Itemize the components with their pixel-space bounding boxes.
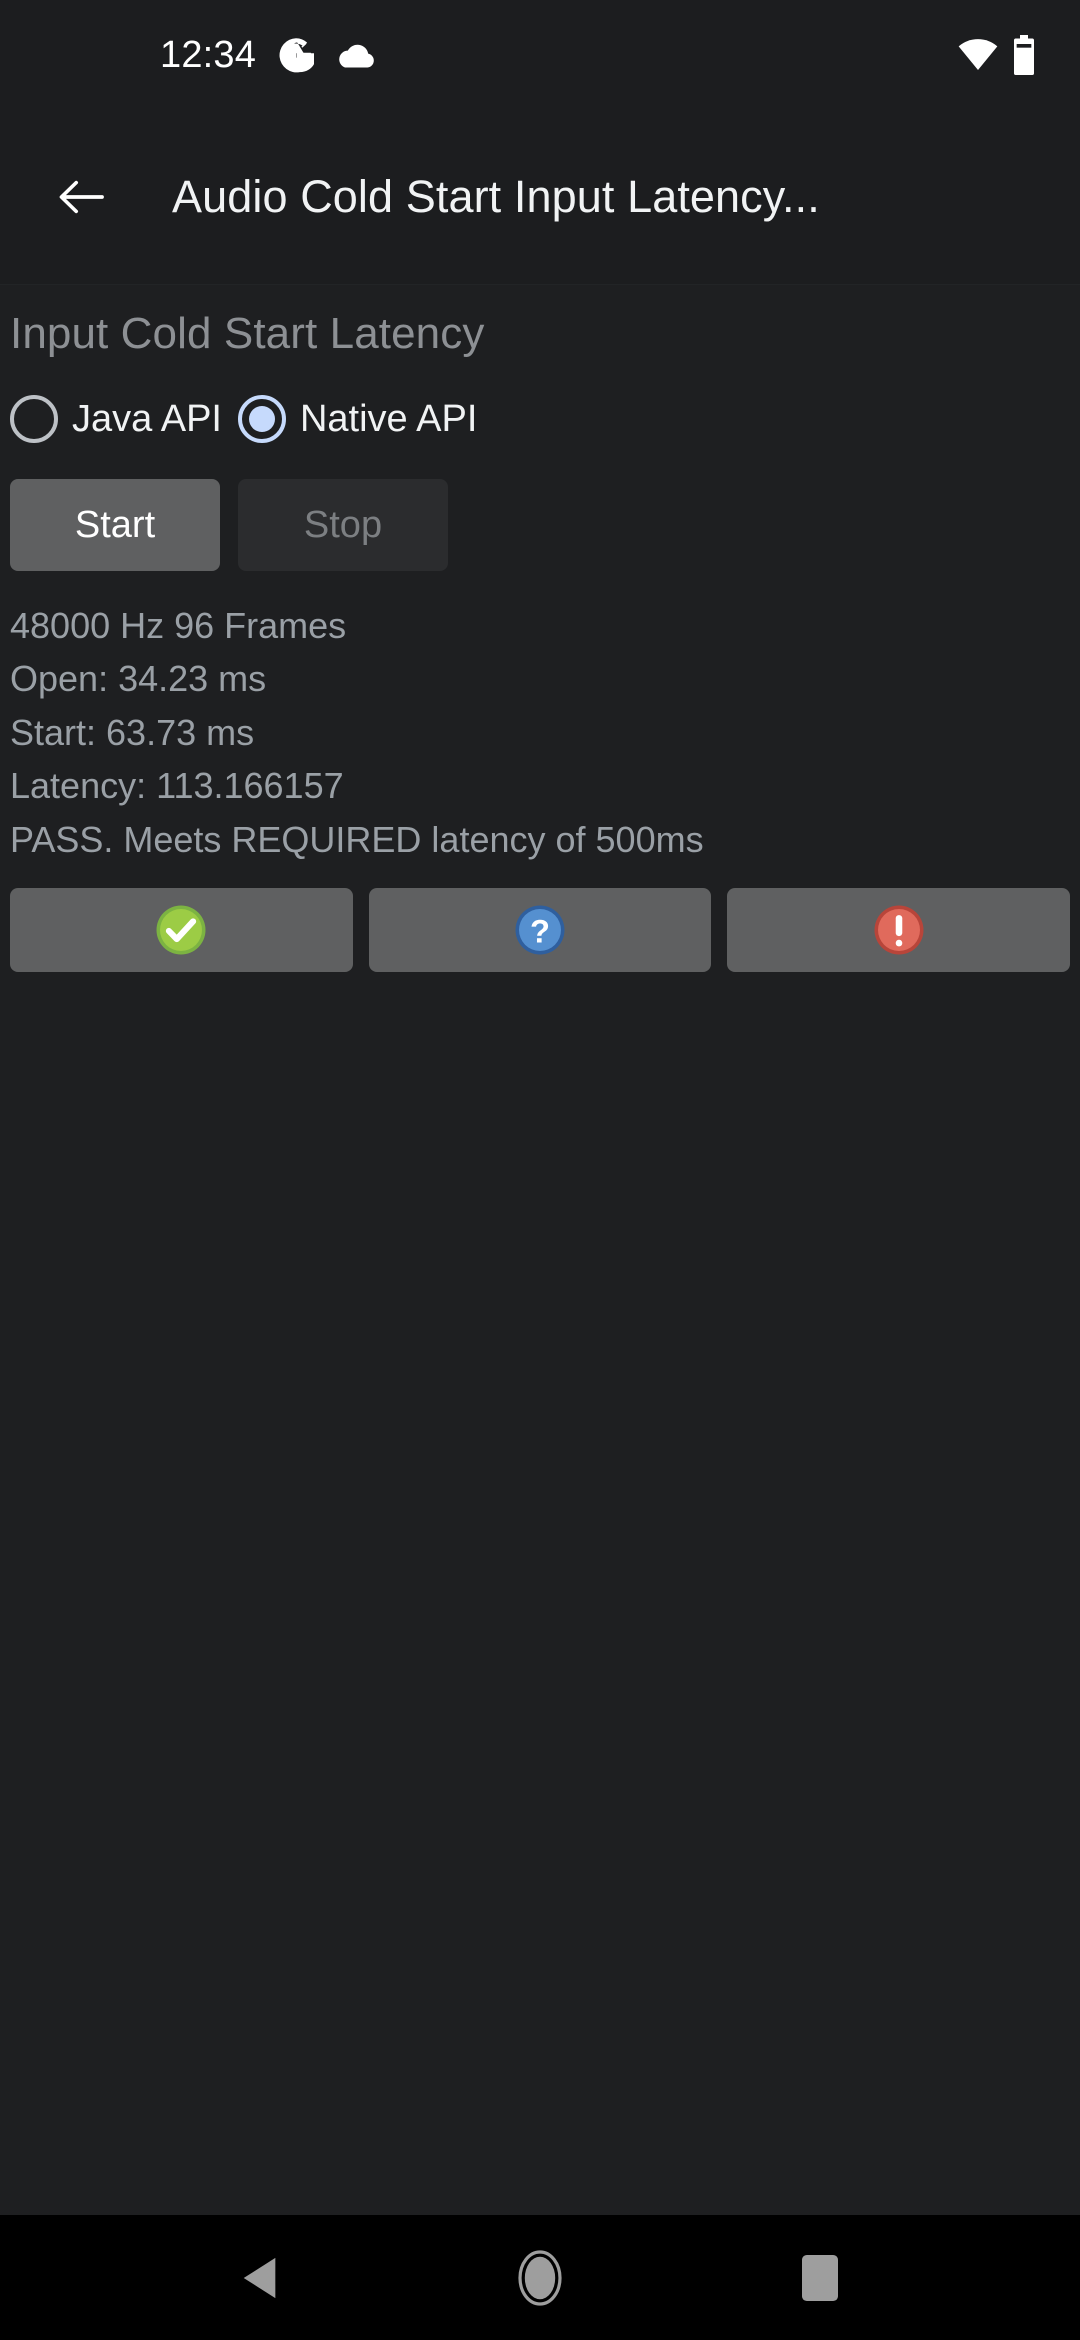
info-question-icon: ? (512, 902, 568, 958)
fail-button[interactable] (727, 888, 1071, 973)
result-line-start: Start: 63.73 ms (10, 711, 255, 753)
nav-home-button[interactable] (485, 2223, 595, 2333)
nav-recents-button[interactable] (765, 2223, 875, 2333)
status-bar-left: 12:34 (160, 36, 376, 74)
wifi-icon (958, 39, 998, 71)
recents-square-icon (800, 2253, 840, 2303)
radio-label-native-api: Native API (299, 397, 478, 440)
radio-option-java-api[interactable]: Java API (10, 395, 222, 443)
radio-option-native-api[interactable]: Native API (237, 395, 478, 443)
google-g-icon (278, 37, 315, 73)
back-triangle-icon (240, 2255, 280, 2301)
main-content: Input Cold Start Latency Java API Native… (0, 285, 1080, 2215)
result-line-format: 48000 Hz 96 Frames (10, 605, 347, 646)
phone-screen: 12:34 Audio Cold Start Input Latency... … (0, 0, 1080, 2340)
radio-label-java-api: Java API (72, 397, 222, 440)
back-arrow-icon (58, 177, 104, 217)
transport-button-row: Start Stop (10, 479, 1070, 571)
info-button[interactable]: ? (368, 888, 712, 973)
result-line-latency: Latency: 113.166157 (10, 765, 344, 807)
section-title: Input Cold Start Latency (10, 309, 485, 358)
stop-button: Stop (238, 479, 448, 571)
api-radio-group: Java API Native API (10, 381, 1070, 457)
status-bar: 12:34 (0, 0, 1080, 110)
result-line-open: Open: 34.23 ms (10, 658, 267, 700)
start-button[interactable]: Start (10, 479, 220, 571)
nav-back-button[interactable] (205, 2223, 315, 2333)
pass-check-icon (153, 902, 209, 958)
home-circle-icon (518, 2249, 562, 2306)
navigation-bar (0, 2215, 1080, 2340)
status-bar-right (958, 35, 1036, 75)
result-line-verdict: PASS. Meets REQUIRED latency of 500ms (10, 818, 704, 860)
app-bar: Audio Cold Start Input Latency... (0, 110, 1080, 285)
radio-dot (248, 406, 275, 432)
battery-icon (1012, 35, 1036, 75)
page-title: Audio Cold Start Input Latency... (172, 171, 820, 222)
svg-text:?: ? (530, 913, 550, 950)
verdict-button-row: ? (10, 888, 1071, 973)
cloud-icon (336, 40, 376, 70)
status-clock: 12:34 (160, 34, 257, 76)
radio-unselected-icon[interactable] (10, 395, 58, 443)
back-button[interactable] (42, 158, 120, 236)
fail-exclamation-icon (871, 902, 927, 958)
results-text-block: 48000 Hz 96 Frames Open: 34.23 ms Start:… (10, 599, 1070, 866)
radio-selected-icon[interactable] (237, 395, 286, 443)
pass-button[interactable] (10, 888, 353, 973)
